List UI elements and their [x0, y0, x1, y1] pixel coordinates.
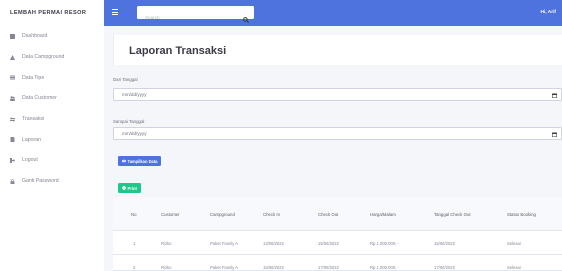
sidebar-nav: Dashboard Data Campground Data Tipe Data… — [0, 26, 104, 192]
brand-logo-text[interactable]: LEMBAH PERMAI RESOR — [0, 0, 104, 26]
cell-campground: Paket Family A — [210, 264, 238, 270]
page-header: Laporan Transaksi — [113, 35, 562, 65]
cell-check-out: 15/06/2022 — [318, 240, 339, 246]
sidebar-item-label: Data Campground — [22, 54, 65, 61]
col-header-harga: Harga/Malam — [370, 211, 396, 217]
show-data-button[interactable]: Tampilkan Data — [118, 156, 162, 166]
cell-customer: Rizko — [161, 264, 172, 270]
print-button[interactable]: Print — [118, 183, 141, 193]
cell-check-out: 17/06/2022 — [318, 264, 339, 270]
transaction-table: No Customer Campground Check In Check Ou… — [113, 197, 562, 271]
col-header-check-out: Check Out — [318, 211, 339, 217]
from-date-input[interactable]: mm/dd/yyyy — [113, 88, 562, 101]
col-header-status-booking: Status Booking — [507, 211, 536, 217]
sidebar-item-label: Data Tipe — [22, 74, 45, 81]
col-header-campground: Campground — [210, 211, 235, 217]
sidebar-item-data-campground[interactable]: Data Campground — [0, 47, 104, 68]
page-title: Laporan Transaksi — [129, 45, 227, 57]
calendar-icon[interactable] — [551, 93, 558, 99]
exchange-icon — [10, 116, 22, 122]
sidebar-item-ganti-password[interactable]: Ganti Password — [0, 171, 104, 192]
main-content: Laporan Transaksi Dari Tanggal mm/dd/yyy… — [104, 26, 562, 271]
list-icon — [10, 75, 22, 80]
table-row: 2 Rizko Paket Family A 15/06/2022 17/06/… — [113, 255, 562, 271]
sidebar-item-data-tipe[interactable]: Data Tipe — [0, 67, 104, 88]
cell-no: 1 — [133, 240, 136, 246]
search-input[interactable] — [137, 11, 232, 24]
sidebar-item-label: Laporan — [22, 136, 42, 143]
cell-tanggal-check-out: 15/06/2022 — [434, 240, 455, 246]
sidebar-item-label: Logout — [22, 157, 38, 164]
campground-icon — [10, 54, 22, 60]
user-greeting[interactable]: Hi, Arif — [540, 10, 556, 15]
sidebar-item-label: Data Customer — [22, 95, 57, 102]
lock-icon — [10, 178, 22, 184]
print-icon — [122, 186, 126, 190]
from-date-label: Dari Tanggal — [113, 77, 138, 82]
to-date-label: Sampai Tanggal — [113, 119, 145, 124]
to-date-input[interactable]: mm/dd/yyyy — [113, 127, 562, 140]
topbar: Hi, Arif — [104, 0, 562, 26]
search-bar — [137, 6, 254, 24]
to-date-value: mm/dd/yyyy — [122, 131, 147, 136]
print-label: Print — [127, 185, 137, 191]
report-icon — [10, 137, 22, 143]
calendar-icon[interactable] — [551, 132, 558, 138]
cell-campground: Paket Family A — [210, 240, 238, 246]
table-header-row: No Customer Campground Check In Check Ou… — [113, 197, 562, 231]
sidebar-item-label: Ganti Password — [22, 178, 59, 185]
logout-icon — [10, 157, 22, 163]
show-data-label: Tampilkan Data — [127, 158, 158, 164]
sidebar-item-data-customer[interactable]: Data Customer — [0, 88, 104, 109]
cell-tanggal-check-out: 17/06/2022 — [434, 264, 455, 270]
sidebar-item-label: Transaksi — [22, 116, 45, 123]
dashboard-icon — [10, 33, 22, 39]
sidebar-item-label: Dashboard — [22, 33, 48, 40]
sidebar: LEMBAH PERMAI RESOR Dashboard Data Campg… — [0, 0, 104, 271]
cell-harga: Rp.1.000.000,- — [370, 264, 398, 270]
sidebar-item-dashboard[interactable]: Dashboard — [0, 26, 104, 47]
from-date-value: mm/dd/yyyy — [122, 92, 147, 97]
col-header-tanggal-check-out: Tanggal Check Out — [434, 211, 471, 217]
cell-harga: Rp.1.000.000,- — [370, 240, 398, 246]
eye-icon — [122, 159, 126, 163]
sidebar-item-laporan[interactable]: Laporan — [0, 129, 104, 150]
cell-status-booking: Selesai — [507, 264, 521, 270]
col-header-check-in: Check In — [263, 211, 280, 217]
cell-customer: Rizko — [161, 240, 172, 246]
search-icon[interactable] — [243, 10, 250, 23]
cell-no: 2 — [133, 264, 136, 270]
users-icon — [10, 96, 22, 101]
col-header-no: No — [131, 211, 137, 217]
cell-status-booking: Selesai — [507, 240, 521, 246]
table-row: 1 Rizko Paket Family A 13/06/2022 15/06/… — [113, 231, 562, 255]
sidebar-item-transaksi[interactable]: Transaksi — [0, 109, 104, 130]
sidebar-item-logout[interactable]: Logout — [0, 150, 104, 171]
col-header-customer: Customer — [161, 211, 180, 217]
cell-check-in: 15/06/2022 — [263, 264, 284, 270]
menu-toggle-icon[interactable] — [112, 9, 118, 16]
cell-check-in: 13/06/2022 — [263, 240, 284, 246]
